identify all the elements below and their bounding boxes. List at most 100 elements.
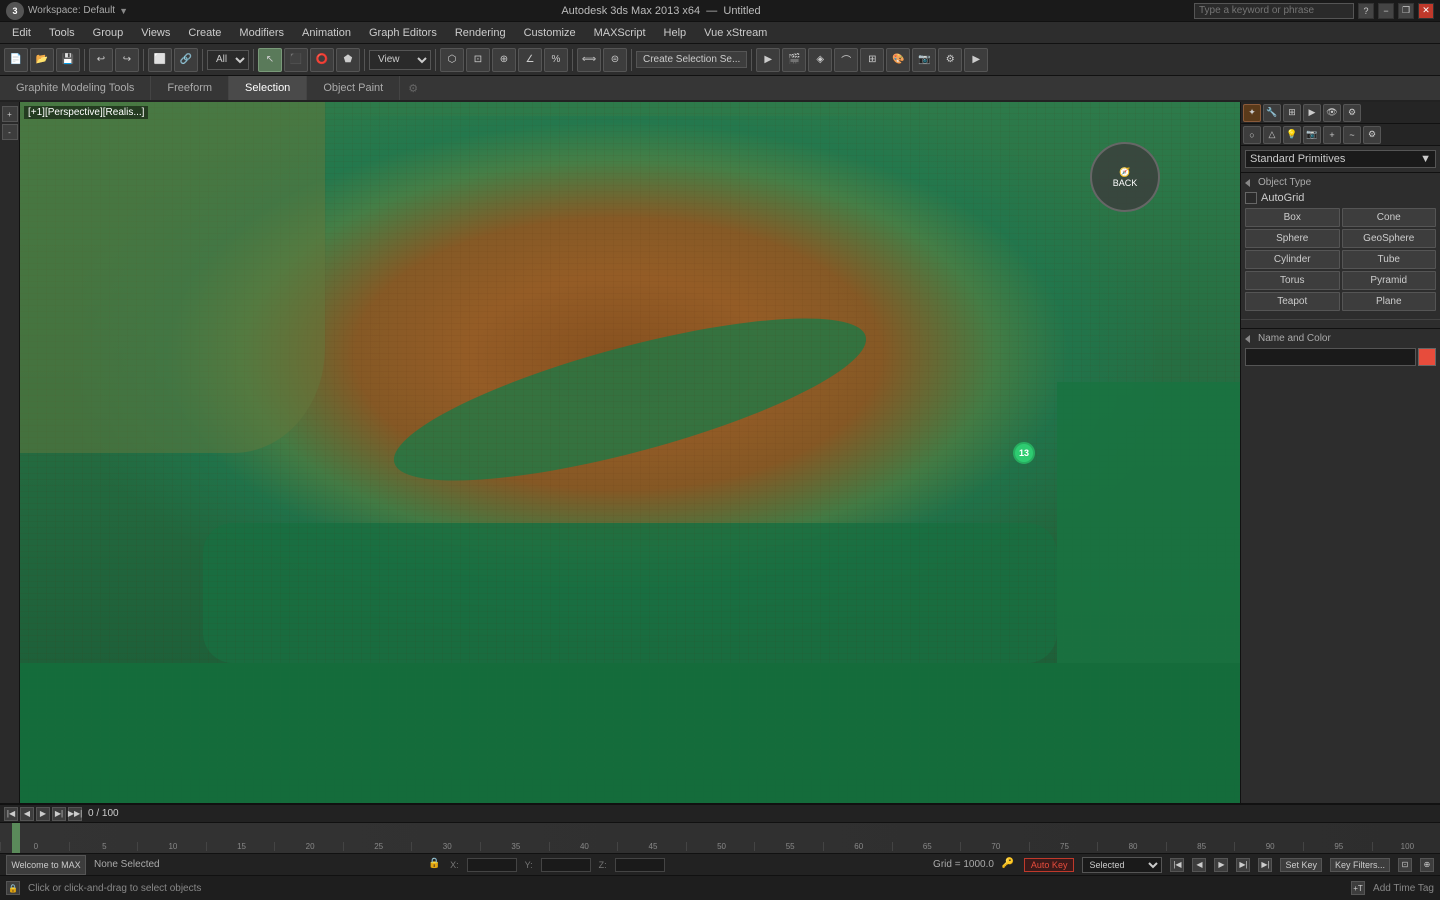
pyramid-button[interactable]: Pyramid <box>1342 271 1437 290</box>
link-button[interactable]: 🔗 <box>174 48 198 72</box>
undo-button[interactable]: ↩ <box>89 48 113 72</box>
status-prev-frame[interactable]: ◀ <box>1192 858 1206 872</box>
menu-modifiers[interactable]: Modifiers <box>231 25 292 41</box>
left-panel-btn-2[interactable]: - <box>2 124 18 140</box>
filter-dropdown[interactable]: All <box>207 50 249 70</box>
select-region-button[interactable]: ⬛ <box>284 48 308 72</box>
align-btn[interactable]: ⊜ <box>603 48 627 72</box>
select-button[interactable]: ↖ <box>258 48 282 72</box>
percent-snap-btn[interactable]: % <box>544 48 568 72</box>
box-button[interactable]: Box <box>1245 208 1340 227</box>
cylinder-button[interactable]: Cylinder <box>1245 250 1340 269</box>
welcome-panel[interactable]: Welcome to MAX <box>6 855 86 875</box>
compass[interactable]: 🧭 BACK <box>1090 142 1160 212</box>
create-selection-button[interactable]: Create Selection Se... <box>636 51 747 68</box>
tab-graphite-modeling[interactable]: Graphite Modeling Tools <box>0 76 151 100</box>
render-btn[interactable]: 🎬 <box>782 48 806 72</box>
window-btn[interactable]: ⊡ <box>466 48 490 72</box>
select-circle-button[interactable]: ⭕ <box>310 48 334 72</box>
lock-icon[interactable]: 🔒 <box>428 858 442 872</box>
selected-dropdown[interactable]: Selected All None <box>1082 857 1162 873</box>
menu-maxscript[interactable]: MAXScript <box>586 25 654 41</box>
menu-graph-editors[interactable]: Graph Editors <box>361 25 445 41</box>
viewport[interactable]: [+1][Perspective][Realis...] 🧭 BACK 13 <box>20 102 1240 803</box>
tab-object-paint[interactable]: Object Paint <box>307 76 400 100</box>
cameras-icon[interactable]: 📷 <box>1303 126 1321 144</box>
key-filters-button[interactable]: Key Filters... <box>1330 858 1390 872</box>
name-color-collapse-arrow[interactable] <box>1245 335 1250 343</box>
menu-vue[interactable]: Vue xStream <box>696 25 775 41</box>
select-fence-button[interactable]: ⬟ <box>336 48 360 72</box>
tl-prev-btn[interactable]: ◀ <box>20 807 34 821</box>
menu-animation[interactable]: Animation <box>294 25 359 41</box>
status-play[interactable]: ▶ <box>1214 858 1228 872</box>
bottom-icon-1[interactable]: 🔒 <box>6 881 20 895</box>
auto-key-button[interactable]: Auto Key <box>1024 858 1075 872</box>
close-button[interactable]: ✕ <box>1418 3 1434 19</box>
quick-render-btn[interactable]: ▶ <box>964 48 988 72</box>
modify-icon[interactable]: 🔧 <box>1263 104 1281 122</box>
color-clipboard-btn[interactable]: 🎨 <box>886 48 910 72</box>
green-indicator[interactable]: 13 <box>1013 442 1035 464</box>
tube-button[interactable]: Tube <box>1342 250 1437 269</box>
title-search-input[interactable] <box>1194 3 1354 19</box>
menu-edit[interactable]: Edit <box>4 25 39 41</box>
play-btn[interactable]: ▶ <box>756 48 780 72</box>
primitives-dropdown[interactable]: Standard Primitives ▼ <box>1245 150 1436 168</box>
menu-group[interactable]: Group <box>85 25 132 41</box>
tl-start-btn[interactable]: |◀ <box>4 807 18 821</box>
spacewarps-icon[interactable]: ~ <box>1343 126 1361 144</box>
timeline-ruler[interactable]: 0 5 10 15 20 25 30 35 40 45 50 55 60 65 … <box>0 823 1440 853</box>
geometry-icon[interactable]: ○ <box>1243 126 1261 144</box>
new-scene-button[interactable]: 📄 <box>4 48 28 72</box>
view-dropdown[interactable]: View Screen World <box>369 50 431 70</box>
shapes-icon[interactable]: △ <box>1263 126 1281 144</box>
name-input-field[interactable] <box>1245 348 1416 366</box>
angle-snap-btn[interactable]: ∠ <box>518 48 542 72</box>
autogrid-checkbox[interactable] <box>1245 192 1257 204</box>
set-key-button[interactable]: Set Key <box>1280 858 1322 872</box>
snap-btn[interactable]: ⊕ <box>492 48 516 72</box>
color-swatch[interactable] <box>1418 348 1436 366</box>
motion-icon[interactable]: ▶ <box>1303 104 1321 122</box>
left-panel-btn-1[interactable]: + <box>2 106 18 122</box>
create-icon[interactable]: ✦ <box>1243 104 1261 122</box>
menu-views[interactable]: Views <box>133 25 178 41</box>
minimap-btn[interactable]: ⊡ <box>1398 858 1412 872</box>
menu-customize[interactable]: Customize <box>516 25 584 41</box>
tab-freeform[interactable]: Freeform <box>151 76 229 100</box>
tl-next-btn[interactable]: ▶| <box>52 807 66 821</box>
material-btn[interactable]: ◈ <box>808 48 832 72</box>
open-button[interactable]: 📂 <box>30 48 54 72</box>
cone-button[interactable]: Cone <box>1342 208 1437 227</box>
status-go-start[interactable]: |◀ <box>1170 858 1184 872</box>
menu-create[interactable]: Create <box>180 25 229 41</box>
redo-button[interactable]: ↪ <box>115 48 139 72</box>
tab-selection[interactable]: Selection <box>229 76 307 100</box>
select-filter-btn[interactable]: ⬡ <box>440 48 464 72</box>
timeline-playhead[interactable] <box>12 823 20 853</box>
y-input[interactable] <box>541 858 591 872</box>
menu-tools[interactable]: Tools <box>41 25 83 41</box>
display-icon[interactable]: 👁 <box>1323 104 1341 122</box>
helpers-icon[interactable]: + <box>1323 126 1341 144</box>
z-input[interactable] <box>615 858 665 872</box>
minimize-button[interactable]: − <box>1378 3 1394 19</box>
status-next-frame[interactable]: ▶| <box>1236 858 1250 872</box>
render-settings-btn[interactable]: ⚙ <box>938 48 962 72</box>
tl-end-btn[interactable]: ▶▶| <box>68 807 82 821</box>
snap-time-btn[interactable]: ⊕ <box>1420 858 1434 872</box>
tl-play-btn[interactable]: ▶ <box>36 807 50 821</box>
utilities-icon[interactable]: ⚙ <box>1343 104 1361 122</box>
menu-help[interactable]: Help <box>656 25 695 41</box>
save-button[interactable]: 💾 <box>56 48 80 72</box>
object-type-collapse-arrow[interactable] <box>1245 179 1250 187</box>
menu-rendering[interactable]: Rendering <box>447 25 514 41</box>
lights-icon[interactable]: 💡 <box>1283 126 1301 144</box>
torus-button[interactable]: Torus <box>1245 271 1340 290</box>
geosphere-button[interactable]: GeoSphere <box>1342 229 1437 248</box>
capture-btn[interactable]: 📷 <box>912 48 936 72</box>
help-button[interactable]: ? <box>1358 3 1374 19</box>
select-object-button[interactable]: ⬜ <box>148 48 172 72</box>
status-go-end[interactable]: ▶| <box>1258 858 1272 872</box>
